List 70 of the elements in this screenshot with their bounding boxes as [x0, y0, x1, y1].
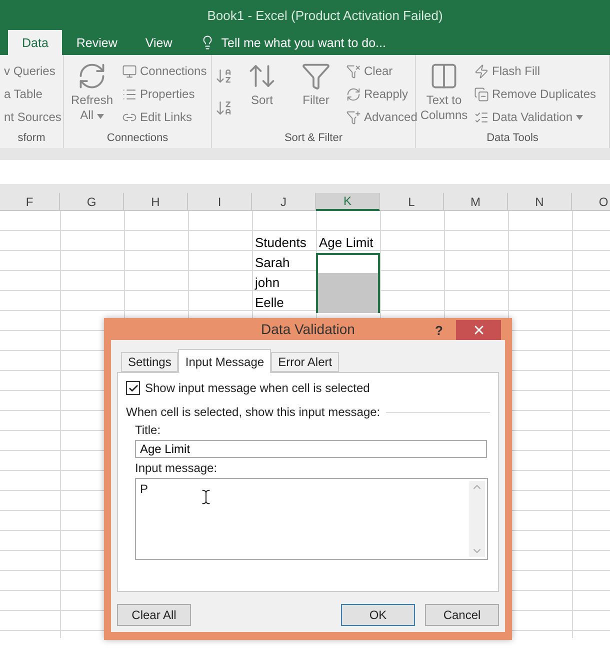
ribbon-tab[interactable]: View: [131, 30, 186, 55]
column-header[interactable]: M: [444, 193, 508, 211]
funnel-icon: [346, 64, 361, 78]
ribbon-button[interactable]: Reapply: [345, 84, 418, 104]
tell-me-field[interactable]: Tell me what you want to do...: [221, 36, 386, 50]
message-field[interactable]: P: [135, 478, 488, 560]
refresh-icon: [77, 61, 107, 91]
title-field[interactable]: Age Limit: [135, 440, 487, 458]
column-header[interactable]: J: [252, 193, 316, 211]
column-header[interactable]: N: [508, 193, 572, 211]
ribbon-button[interactable]: Filter: [291, 59, 341, 130]
column-header[interactable]: O: [572, 193, 610, 211]
ribbon-button[interactable]: a Table: [3, 84, 62, 104]
copy-icon: [474, 86, 489, 102]
ribbon-button[interactable]: Properties: [121, 84, 208, 104]
ribbon-button[interactable]: nt Sources: [3, 107, 62, 127]
dialog-button[interactable]: Clear All: [117, 604, 191, 626]
table-cell-text: john: [254, 274, 281, 292]
ribbon-button[interactable]: Clear: [345, 61, 418, 81]
check-icon: [128, 382, 138, 394]
sort-descending-icon[interactable]: [215, 99, 233, 117]
column-header[interactable]: I: [188, 193, 252, 211]
group-label: sform: [16, 131, 46, 146]
checkbox[interactable]: [126, 381, 140, 395]
dialog-tab[interactable]: Input Message: [178, 349, 272, 373]
dialog-tab[interactable]: Error Alert: [271, 352, 340, 372]
sort-ascending-icon[interactable]: [215, 67, 233, 85]
dialog-button[interactable]: OK: [341, 604, 415, 626]
section-label: When cell is selected, show this input message:: [126, 405, 380, 419]
ribbon-tab[interactable]: Data: [8, 30, 62, 55]
table-cell-text: Eelle: [254, 294, 285, 312]
ribbon-tab[interactable]: Review: [62, 30, 132, 55]
checkbox-label: Show input message when cell is selected: [145, 381, 370, 395]
funnel-icon: [346, 110, 361, 124]
window-title: Book1 - Excel (Product Activation Failed): [206, 8, 443, 22]
column-header[interactable]: L: [380, 193, 444, 211]
column-header[interactable]: K: [316, 193, 380, 211]
ribbon-button[interactable]: Sort: [237, 59, 287, 130]
help-button[interactable]: ?: [429, 322, 449, 339]
table-cell-text: Age Limit: [318, 234, 374, 252]
ribbon-button[interactable]: Advanced: [345, 107, 418, 127]
ribbon-button[interactable]: Connections: [121, 61, 208, 81]
column-header[interactable]: H: [124, 193, 188, 211]
checklist-icon: [474, 110, 489, 124]
dialog-button[interactable]: Cancel: [425, 604, 499, 626]
ribbon-button[interactable]: v Queries: [3, 61, 62, 81]
column-header[interactable]: F: [0, 193, 60, 211]
group-label: Connections: [106, 131, 170, 146]
columns-icon: [429, 61, 459, 91]
group-label: Data Tools: [486, 131, 540, 146]
ribbon-button[interactable]: Remove Duplicates: [473, 84, 598, 104]
group-label: Sort & Filter: [283, 131, 344, 146]
scrollbar[interactable]: [469, 481, 485, 557]
table-cell-text: Sarah: [254, 254, 291, 272]
close-button[interactable]: [456, 320, 501, 340]
field-label: Input message:: [135, 461, 218, 475]
dialog-title: Data Validation: [261, 321, 355, 337]
field-label: Title:: [135, 423, 162, 437]
ribbon-button[interactable]: Flash Fill: [473, 61, 598, 81]
table-cell-text: Students: [254, 234, 308, 252]
column-header[interactable]: G: [60, 193, 124, 211]
ribbon-button[interactable]: Edit Links: [121, 107, 208, 127]
lightning-icon: [474, 64, 489, 78]
ribbon-button[interactable]: Text to Columns: [419, 59, 469, 130]
funnel-icon: [301, 61, 331, 91]
ribbon-button[interactable]: Data Validation: [473, 107, 598, 127]
dialog-tab[interactable]: Settings: [121, 352, 178, 372]
ribbon-button[interactable]: Refresh All: [67, 59, 117, 130]
monitor-icon: [122, 64, 137, 78]
refresh-icon: [346, 86, 361, 102]
